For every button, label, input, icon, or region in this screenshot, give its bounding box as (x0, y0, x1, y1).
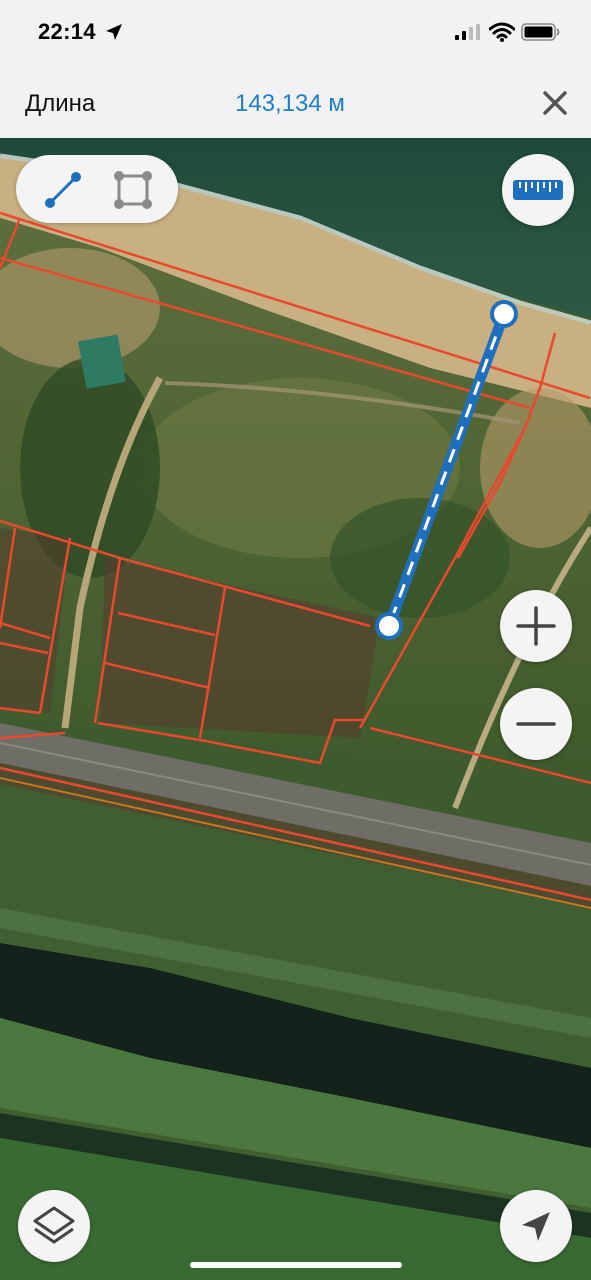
status-bar: 22:14 (0, 0, 591, 70)
status-time: 22:14 (38, 19, 96, 44)
measure-title: Длина (25, 90, 96, 117)
measure-point-start[interactable] (490, 300, 518, 328)
zoom-out-button[interactable] (500, 688, 572, 760)
measure-header: Длина 143,134 м (0, 70, 591, 138)
home-indicator[interactable] (190, 1262, 402, 1268)
ruler-icon (513, 180, 563, 200)
navigation-arrow-icon (522, 1212, 550, 1241)
ruler-button[interactable] (502, 154, 574, 226)
zoom-in-button[interactable] (500, 590, 572, 662)
layers-icon (33, 1206, 75, 1244)
minus-icon (516, 722, 556, 726)
measure-point-end[interactable] (375, 612, 403, 640)
wifi-icon (489, 22, 515, 42)
location-arrow-icon (106, 24, 122, 40)
locate-button[interactable] (500, 1190, 572, 1262)
layers-button[interactable] (18, 1190, 90, 1262)
close-icon[interactable] (538, 86, 572, 120)
battery-icon (521, 23, 560, 41)
measure-tool-selector (16, 155, 178, 223)
line-measure-icon[interactable] (42, 169, 84, 211)
area-measure-icon[interactable] (112, 169, 154, 211)
measure-value: 143,134 м (235, 90, 345, 117)
cellular-signal-icon (455, 24, 480, 40)
plus-icon (516, 606, 556, 646)
